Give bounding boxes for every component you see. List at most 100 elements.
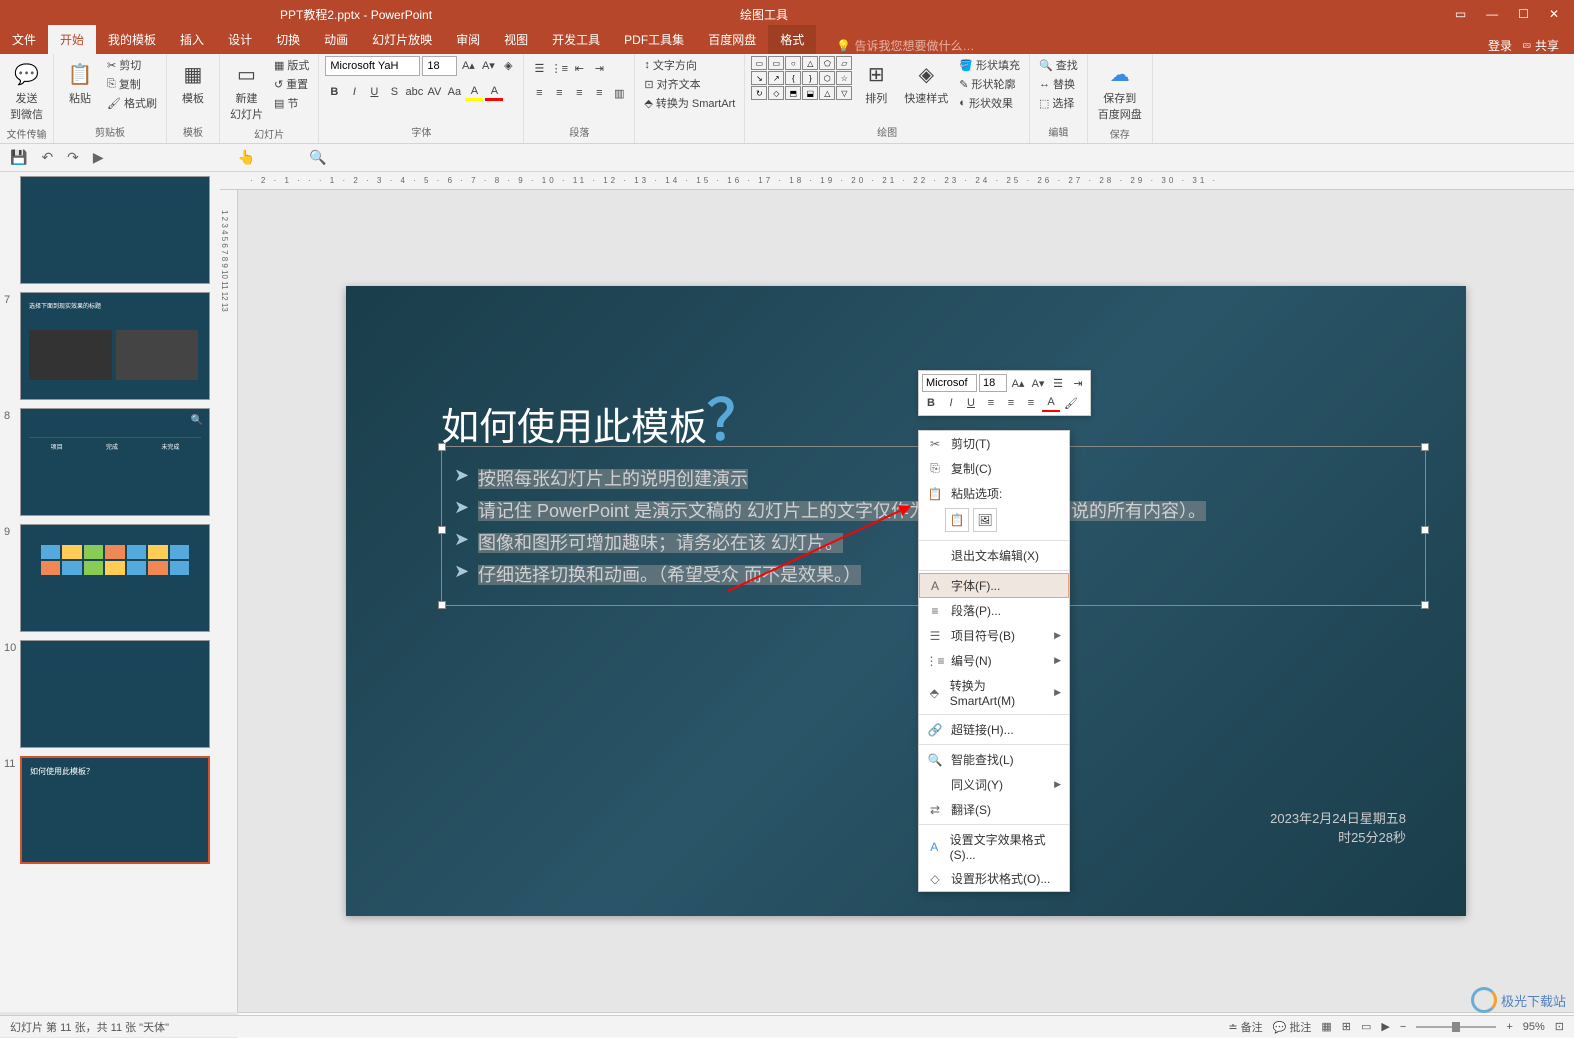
mini-brush[interactable]: 🖌: [1062, 394, 1080, 412]
tab-design[interactable]: 设计: [216, 25, 264, 54]
mini-underline[interactable]: U: [962, 394, 980, 412]
mini-bullets-icon[interactable]: ☰: [1049, 374, 1067, 392]
grow-font-button[interactable]: A▴: [459, 56, 477, 74]
zoom-out-icon[interactable]: −: [1400, 1021, 1406, 1033]
justify-button[interactable]: ≡: [590, 84, 608, 102]
reset-button[interactable]: ↺重置: [271, 75, 312, 93]
zoom-level[interactable]: 95%: [1523, 1021, 1545, 1033]
status-comments-button[interactable]: 💬 批注: [1273, 1019, 1312, 1035]
qat-redo-icon[interactable]: ↷: [67, 149, 79, 166]
maximize-icon[interactable]: ☐: [1518, 7, 1529, 21]
tab-file[interactable]: 文件: [0, 25, 48, 54]
paste-picture[interactable]: 🖼: [973, 508, 997, 532]
menu-bullets[interactable]: ☰项目符号(B)▶: [919, 623, 1069, 648]
slide-canvas[interactable]: 如何使用此模板？ 按照每张幻灯片上的说明创建演示 请记住 PowerPoint …: [346, 286, 1466, 916]
mini-align3[interactable]: ≡: [1022, 394, 1040, 412]
font-name-input[interactable]: [325, 56, 420, 76]
thumb-6[interactable]: [20, 176, 210, 284]
align-center-button[interactable]: ≡: [550, 84, 568, 102]
section-button[interactable]: ▤节: [271, 94, 312, 112]
mini-font-name[interactable]: [922, 374, 977, 392]
numbering-button[interactable]: ⋮≡: [550, 59, 568, 77]
highlight-button[interactable]: A: [465, 83, 483, 101]
mini-toolbar[interactable]: A▴ A▾ ☰ ⇥ B I U ≡ ≡ ≡ A 🖌: [918, 370, 1091, 416]
shape-effect-button[interactable]: ◐形状效果: [956, 94, 1023, 112]
shrink-font-button[interactable]: A▾: [479, 56, 497, 74]
tab-insert[interactable]: 插入: [168, 25, 216, 54]
copy-button[interactable]: ⎘复制: [104, 75, 160, 93]
fit-window-icon[interactable]: ⊡: [1555, 1020, 1564, 1033]
paste-keep-source[interactable]: 📋: [945, 508, 969, 532]
paste-button[interactable]: 📋粘贴: [60, 56, 100, 108]
view-slideshow-icon[interactable]: ▶: [1381, 1020, 1389, 1033]
font-size-input[interactable]: [422, 56, 457, 76]
menu-smart-lookup[interactable]: 🔍智能查找(L): [919, 747, 1069, 772]
tab-format[interactable]: 格式: [768, 25, 816, 54]
tell-me-input[interactable]: 💡 告诉我您想要做什么…: [836, 37, 974, 54]
text-direction-button[interactable]: ↕文字方向: [641, 56, 738, 74]
template-button[interactable]: ▦模板: [173, 56, 213, 108]
columns-button[interactable]: ▥: [610, 84, 628, 102]
qat-save-icon[interactable]: 💾: [10, 149, 27, 166]
mini-grow-icon[interactable]: A▴: [1009, 374, 1027, 392]
ribbon-options-icon[interactable]: ▭: [1455, 7, 1466, 21]
replace-button[interactable]: ↔替换: [1036, 75, 1081, 93]
case-button[interactable]: Aa: [445, 83, 463, 101]
arrange-button[interactable]: ⊞排列: [856, 56, 896, 108]
bullets-button[interactable]: ☰: [530, 59, 548, 77]
tab-animation[interactable]: 动画: [312, 25, 360, 54]
underline-button[interactable]: U: [365, 83, 383, 101]
menu-numbering[interactable]: ⋮≡编号(N)▶: [919, 648, 1069, 673]
tab-home[interactable]: 开始: [48, 25, 96, 54]
thumb-9[interactable]: [20, 524, 210, 632]
align-right-button[interactable]: ≡: [570, 84, 588, 102]
find-button[interactable]: 🔍查找: [1036, 56, 1081, 74]
login-button[interactable]: 登录: [1488, 37, 1512, 54]
tab-slideshow[interactable]: 幻灯片放映: [360, 25, 444, 54]
menu-shape-format[interactable]: ◇设置形状格式(O)...: [919, 866, 1069, 891]
qat-search-icon[interactable]: 🔍: [309, 149, 326, 166]
menu-exit-edit[interactable]: 退出文本编辑(X): [919, 543, 1069, 568]
qat-touch-icon[interactable]: 👆: [238, 149, 255, 166]
tab-view[interactable]: 视图: [492, 25, 540, 54]
tab-pdf[interactable]: PDF工具集: [612, 25, 696, 54]
shape-fill-button[interactable]: 🪣形状填充: [956, 56, 1023, 74]
tab-transition[interactable]: 切换: [264, 25, 312, 54]
select-button[interactable]: ⬚选择: [1036, 94, 1081, 112]
mini-font-size[interactable]: [979, 374, 1007, 392]
shapes-gallery[interactable]: ▭▭○△⬠▱ ↘↗{}⬡☆ ↻◇⬒⬓△▽: [751, 56, 852, 100]
close-icon[interactable]: ✕: [1549, 7, 1559, 21]
view-sorter-icon[interactable]: ⊞: [1342, 1020, 1351, 1033]
strike-button[interactable]: S: [385, 83, 403, 101]
indent-dec-button[interactable]: ⇤: [570, 59, 588, 77]
new-slide-button[interactable]: ▭新建 幻灯片: [226, 56, 267, 124]
zoom-in-icon[interactable]: +: [1506, 1021, 1512, 1033]
menu-font[interactable]: A字体(F)...↖: [919, 573, 1069, 598]
layout-button[interactable]: ▦版式: [271, 56, 312, 74]
thumb-11[interactable]: 如何使用此模板？: [20, 756, 210, 864]
align-left-button[interactable]: ≡: [530, 84, 548, 102]
minimize-icon[interactable]: —: [1486, 7, 1498, 21]
cut-button[interactable]: ✂剪切: [104, 56, 160, 74]
mini-shrink-icon[interactable]: A▾: [1029, 374, 1047, 392]
font-color-button[interactable]: A: [485, 83, 503, 101]
tab-baidu[interactable]: 百度网盘: [696, 25, 768, 54]
save-baidu-button[interactable]: ☁保存到 百度网盘: [1094, 56, 1146, 124]
mini-italic[interactable]: I: [942, 394, 960, 412]
view-normal-icon[interactable]: ▦: [1321, 1020, 1331, 1033]
tab-review[interactable]: 审阅: [444, 25, 492, 54]
menu-hyperlink[interactable]: 🔗超链接(H)...: [919, 717, 1069, 742]
indent-inc-button[interactable]: ⇥: [590, 59, 608, 77]
qat-undo-icon[interactable]: ↶: [41, 149, 53, 166]
italic-button[interactable]: I: [345, 83, 363, 101]
share-button[interactable]: ⮹ 共享: [1522, 37, 1559, 54]
mini-align2[interactable]: ≡: [1002, 394, 1020, 412]
thumb-10[interactable]: [20, 640, 210, 748]
status-notes-button[interactable]: ≐ 备注: [1228, 1019, 1262, 1035]
thumb-8[interactable]: 🔍项目完成未完成: [20, 408, 210, 516]
view-reading-icon[interactable]: ▭: [1361, 1020, 1371, 1033]
send-wechat-button[interactable]: 💬发送 到微信: [6, 56, 47, 124]
bold-button[interactable]: B: [325, 83, 343, 101]
menu-smartart[interactable]: ⬘转换为 SmartArt(M)▶: [919, 673, 1069, 712]
menu-text-effect[interactable]: A设置文字效果格式(S)...: [919, 827, 1069, 866]
